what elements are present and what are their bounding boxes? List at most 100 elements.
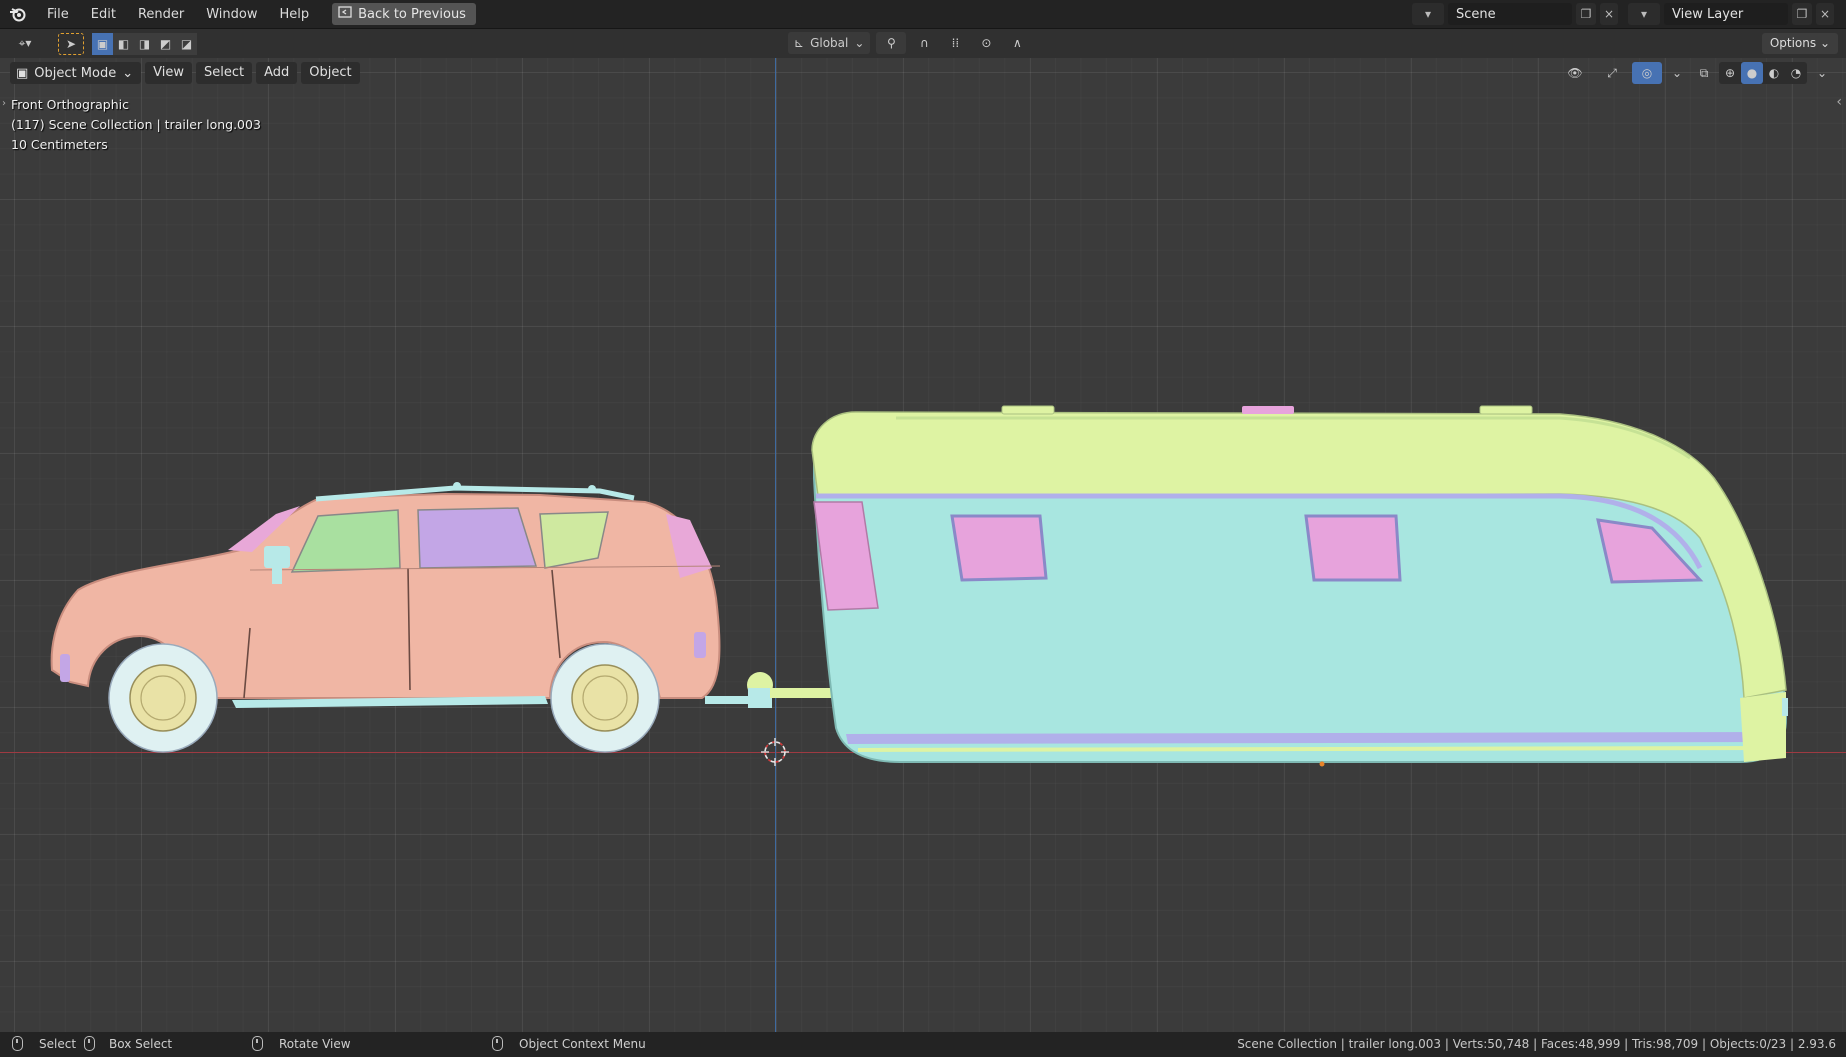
pivot-point-button[interactable]: ⚲ — [876, 32, 907, 54]
chevron-down-icon: ⌄ — [1671, 66, 1683, 80]
trailer-window-2 — [1304, 514, 1402, 582]
car-front-wheel — [108, 643, 218, 753]
back-to-previous-label: Back to Previous — [358, 6, 466, 22]
top-menu-bar: File Edit Render Window Help Back to Pre… — [0, 0, 1846, 29]
grid-scale: 10 Centimeters — [11, 137, 108, 152]
roof-vent-front — [1001, 405, 1055, 415]
select-new-icon: ▣ — [96, 36, 109, 51]
menu-file[interactable]: File — [36, 0, 80, 29]
select-intersect-button[interactable]: ◪ — [176, 32, 197, 55]
status-context-menu-label: Object Context Menu — [519, 1036, 646, 1051]
viewport-shading-controls: 👁 ⤢ ◎ ⌄ ⧉ ⊕ ● ◐ ◔ ⌄ — [1558, 62, 1834, 84]
trailer-object[interactable] — [770, 405, 1788, 767]
menu-window[interactable]: Window — [195, 0, 268, 29]
back-to-previous-button[interactable]: Back to Previous — [332, 3, 476, 25]
shading-rendered-button[interactable]: ◔ — [1785, 62, 1807, 84]
mouse-middle-icon — [252, 1036, 263, 1051]
eye-icon: 👁 — [1567, 66, 1583, 80]
select-invert-button[interactable]: ◩ — [155, 32, 176, 55]
pivot-icon: ⚲ — [887, 36, 896, 50]
scene-name-field[interactable]: Scene — [1448, 3, 1572, 25]
options-dropdown[interactable]: Options ⌄ — [1761, 33, 1838, 54]
scene-icon: ▾ — [1424, 7, 1432, 21]
car-rear-wheel — [550, 643, 660, 753]
scene-render — [50, 405, 1788, 767]
viewport-menu-view[interactable]: View — [145, 62, 192, 84]
status-context-menu-hint: Object Context Menu — [492, 1036, 646, 1051]
status-box-select-hint: Box Select — [84, 1036, 172, 1051]
select-tool-button[interactable]: ➤ — [58, 32, 84, 55]
tool-header: ⌖▾ ➤ ▣ ◧ ◨ ◩ ◪ ⊾ Global ⌄ ⚲ ∩ ⁞⁞ ⊙ ∧ Opt… — [0, 29, 1846, 58]
options-label: Options — [1769, 36, 1817, 50]
select-subtract-button[interactable]: ◨ — [134, 32, 155, 55]
view-layer-new-button[interactable]: ❐ — [1792, 3, 1812, 25]
snap-target-button[interactable]: ⁞⁞ — [942, 32, 968, 54]
select-invert-icon: ◩ — [159, 36, 172, 51]
material-sphere-icon: ◐ — [1768, 66, 1780, 80]
overlays-toggle[interactable]: ◎ — [1632, 62, 1662, 84]
menu-edit[interactable]: Edit — [80, 0, 127, 29]
object-mode-dropdown[interactable]: ▣ Object Mode ⌄ — [10, 62, 142, 84]
select-extend-button[interactable]: ◧ — [113, 32, 134, 55]
roof-vent-rear — [1479, 405, 1533, 415]
viewport-menu-select[interactable]: Select — [195, 62, 253, 84]
car-hitch-bar — [705, 696, 755, 704]
chevron-down-icon: ⌄ — [1816, 66, 1828, 80]
wireframe-sphere-icon: ⊕ — [1724, 66, 1736, 80]
scene-selector-group: ▾ Scene ❐ × ▾ View Layer ❐ × — [1412, 3, 1834, 25]
sidebar-toggle-icon[interactable]: ‹ — [1836, 94, 1842, 110]
menu-help[interactable]: Help — [269, 0, 321, 29]
gizmo-toggle[interactable]: ⤢ — [1595, 62, 1629, 84]
shading-material-button[interactable]: ◐ — [1763, 62, 1785, 84]
shading-mode-group: ⊕ ● ◐ ◔ — [1719, 62, 1807, 84]
mouse-left-icon — [12, 1036, 23, 1051]
orientation-icon: ⊾ — [794, 36, 805, 50]
scene-remove-button[interactable]: × — [1600, 3, 1618, 25]
menu-render[interactable]: Render — [127, 0, 195, 29]
proportional-edit-button[interactable]: ⊙ — [974, 32, 998, 54]
scene-new-button[interactable]: ❐ — [1576, 3, 1596, 25]
view-layer-icon: ▾ — [1640, 7, 1648, 21]
visibility-dropdown[interactable]: 👁 — [1558, 62, 1592, 84]
transform-settings-group: ⊾ Global ⌄ ⚲ ∩ ⁞⁞ ⊙ ∧ — [788, 32, 1030, 54]
blender-window: File Edit Render Window Help Back to Pre… — [0, 0, 1846, 1057]
viewport-menu-add[interactable]: Add — [256, 62, 298, 84]
trailer-bottom-trim — [846, 732, 1786, 744]
falloff-button[interactable]: ∧ — [1004, 32, 1030, 54]
proportional-edit-icon: ⊙ — [981, 36, 992, 50]
mouse-right-icon — [492, 1036, 503, 1051]
editor-type-button[interactable]: ⌖▾ — [8, 33, 42, 55]
status-select-label: Select — [39, 1036, 77, 1051]
select-new-button[interactable]: ▣ — [92, 32, 113, 55]
trailer-tail-light — [1782, 698, 1788, 716]
object-mode-icon: ▣ — [16, 65, 29, 81]
view-layer-name-field[interactable]: View Layer — [1664, 3, 1788, 25]
object-mode-value: Object Mode — [34, 65, 117, 81]
blender-logo-icon[interactable] — [0, 0, 36, 29]
viewport-menu-object[interactable]: Object — [301, 62, 360, 84]
shading-dropdown[interactable]: ⌄ — [1810, 62, 1834, 84]
3d-viewport[interactable]: ▣ Object Mode ⌄ View Select Add Object 👁… — [0, 58, 1846, 1032]
car-tail-light — [694, 632, 706, 658]
orientation-value: Global — [810, 36, 849, 50]
snap-toggle-button[interactable]: ∩ — [912, 32, 936, 54]
shading-wireframe-button[interactable]: ⊕ — [1719, 62, 1741, 84]
active-collection-info: (117) Scene Collection | trailer long.00… — [11, 117, 261, 132]
xray-toggle[interactable]: ⧉ — [1692, 62, 1716, 84]
3d-cursor-icon[interactable] — [761, 738, 789, 766]
orientation-dropdown[interactable]: ⊾ Global ⌄ — [788, 32, 871, 54]
car-object[interactable] — [50, 482, 773, 753]
close-icon: × — [1819, 7, 1831, 21]
shading-solid-button[interactable]: ● — [1741, 62, 1763, 84]
overlays-icon: ◎ — [1641, 66, 1653, 80]
selection-mode-group: ▣ ◧ ◨ ◩ ◪ — [92, 32, 197, 55]
cursor-arrow-icon: ➤ — [65, 36, 77, 51]
car-window-mid — [417, 507, 538, 569]
view-layer-remove-button[interactable]: × — [1816, 3, 1834, 25]
overlays-dropdown[interactable]: ⌄ — [1665, 62, 1689, 84]
duplicate-icon: ❐ — [1796, 7, 1808, 21]
view-layer-browse-button[interactable]: ▾ — [1628, 3, 1660, 25]
close-icon: × — [1603, 7, 1615, 21]
scene-browse-button[interactable]: ▾ — [1412, 3, 1444, 25]
toolbar-toggle-icon[interactable]: › — [2, 98, 6, 109]
